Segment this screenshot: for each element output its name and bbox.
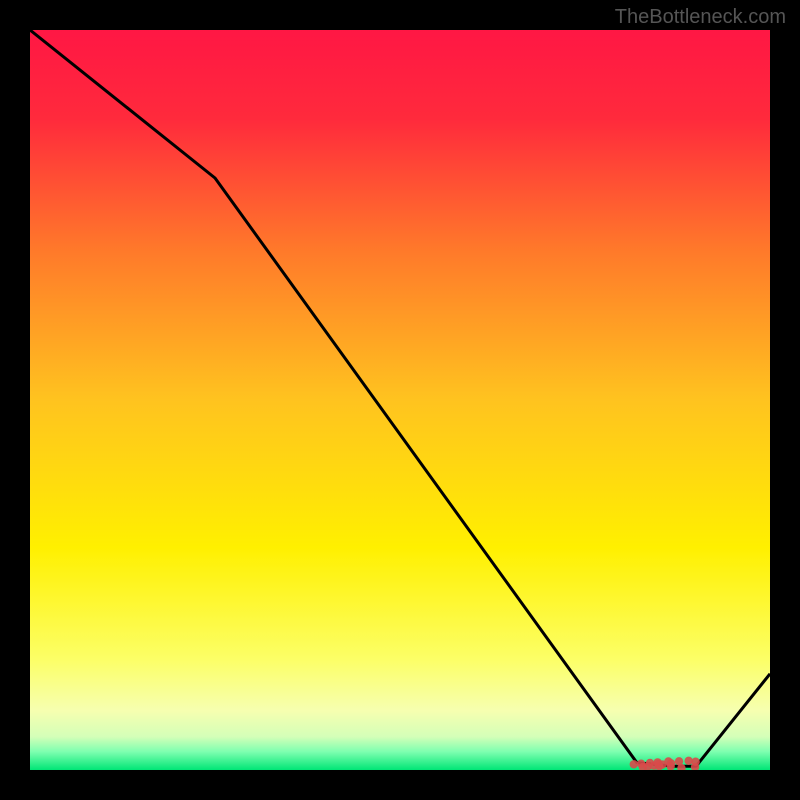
watermark-text: TheBottleneck.com bbox=[615, 6, 786, 29]
bottleneck-chart bbox=[30, 30, 770, 770]
chart-container bbox=[30, 30, 770, 770]
